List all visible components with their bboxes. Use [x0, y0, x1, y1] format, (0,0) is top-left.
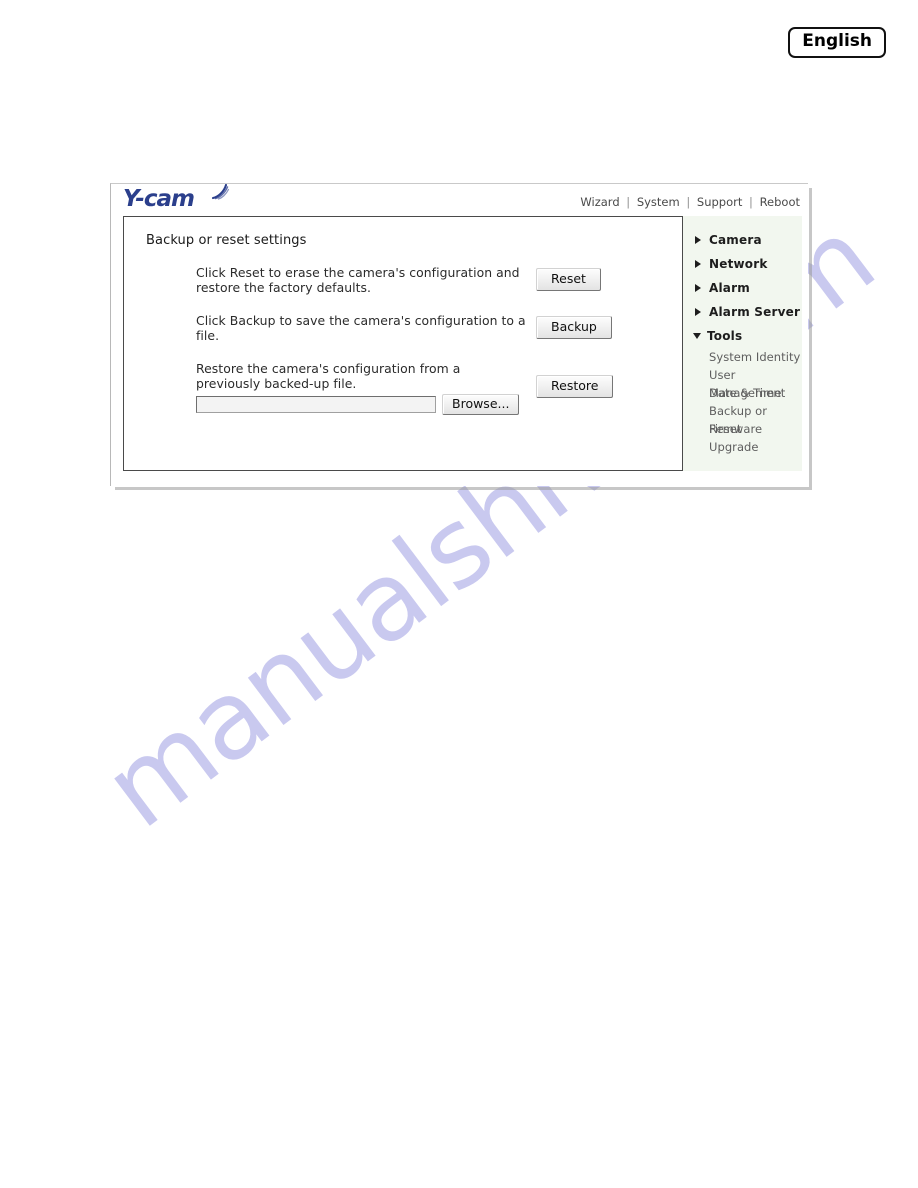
setting-row-restore: Restore the camera's configuration from …: [124, 361, 682, 398]
chevron-right-icon: [695, 308, 701, 316]
sidebar-item-camera[interactable]: Camera: [693, 228, 802, 252]
top-link-separator: |: [626, 195, 631, 209]
page-title: Backup or reset settings: [146, 233, 307, 248]
reset-action: Reset: [526, 265, 682, 291]
sidebar-subitem-backup-or-reset[interactable]: Backup or Reset: [693, 402, 802, 436]
content-panel: Backup or reset settings Click Reset to …: [123, 216, 683, 471]
sidebar-subitem-user-management[interactable]: User Management: [693, 366, 802, 400]
top-link-separator: |: [749, 195, 753, 209]
top-link-separator: |: [686, 195, 691, 209]
top-link-system[interactable]: System: [637, 195, 680, 209]
top-link-support[interactable]: Support: [697, 195, 742, 209]
restore-action: Restore: [526, 361, 682, 398]
camera-web-ui-frame: Y-cam Wizard | System | Support | Reboot…: [110, 183, 812, 490]
sidebar-subitem-date-time[interactable]: Date & Time: [693, 384, 802, 402]
backup-action: Backup: [526, 313, 682, 339]
sidebar-item-alarm-server[interactable]: Alarm Server: [693, 300, 802, 324]
setting-row-reset: Click Reset to erase the camera's config…: [124, 265, 682, 295]
sidebar-subitem-system-identity[interactable]: System Identity: [693, 348, 802, 366]
sidebar-item-tools[interactable]: Tools: [693, 324, 802, 348]
chevron-right-icon: [695, 260, 701, 268]
app-body: Backup or reset settings Click Reset to …: [111, 216, 808, 479]
page-watermark: manualshive.com: [0, 0, 918, 1188]
sidebar-item-network[interactable]: Network: [693, 252, 802, 276]
sidebar-navigation: Camera Network Alarm Alarm Server Tools …: [683, 216, 802, 471]
sidebar-item-label: Camera: [709, 233, 762, 247]
reset-button[interactable]: Reset: [536, 268, 601, 291]
sidebar-subitem-firmware-upgrade[interactable]: Firmware Upgrade: [693, 420, 802, 454]
wifi-arc-icon: [211, 183, 231, 204]
language-badge[interactable]: English: [788, 27, 886, 58]
restore-button[interactable]: Restore: [536, 375, 614, 398]
chevron-down-icon: [693, 333, 701, 339]
sidebar-item-alarm[interactable]: Alarm: [693, 276, 802, 300]
backup-file-input[interactable]: [196, 396, 436, 413]
top-navigation: Wizard | System | Support | Reboot: [580, 195, 800, 209]
backup-button[interactable]: Backup: [536, 316, 612, 339]
browse-button[interactable]: Browse...: [442, 394, 520, 415]
chevron-right-icon: [695, 236, 701, 244]
app-header: Y-cam Wizard | System | Support | Reboot: [111, 183, 808, 216]
sidebar-item-label: Tools: [707, 329, 743, 343]
backup-description: Click Backup to save the camera's config…: [196, 313, 526, 343]
sidebar-item-label: Network: [709, 257, 768, 271]
reset-description: Click Reset to erase the camera's config…: [196, 265, 520, 295]
sidebar-item-label: Alarm Server: [709, 305, 801, 319]
sidebar-item-label: Alarm: [709, 281, 750, 295]
setting-row-backup: Click Backup to save the camera's config…: [124, 313, 682, 343]
top-link-wizard[interactable]: Wizard: [580, 195, 619, 209]
top-link-reboot[interactable]: Reboot: [760, 195, 800, 209]
chevron-right-icon: [695, 284, 701, 292]
y-cam-logo: Y-cam: [123, 183, 233, 214]
restore-description: Restore the camera's configuration from …: [196, 361, 461, 391]
